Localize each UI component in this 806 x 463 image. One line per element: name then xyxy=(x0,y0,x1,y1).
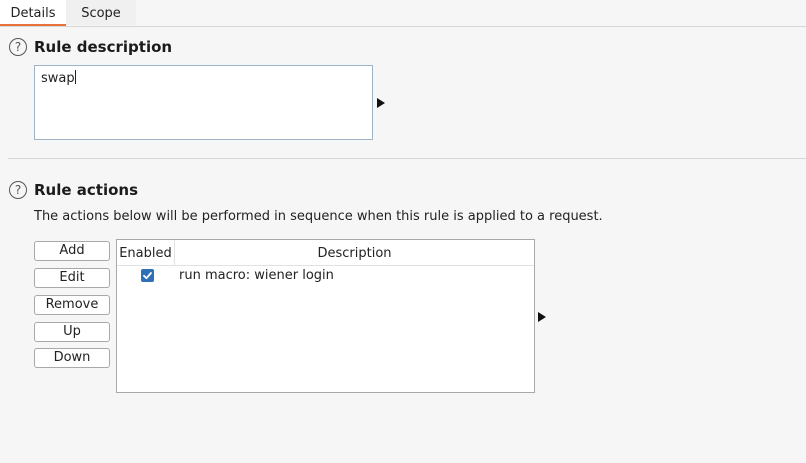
rule-actions-info: The actions below will be performed in s… xyxy=(34,209,603,224)
section-divider xyxy=(8,158,806,159)
add-button[interactable]: Add xyxy=(34,241,110,261)
rule-actions-title: Rule actions xyxy=(34,181,139,199)
checkbox-checked-icon xyxy=(143,272,152,280)
edit-button[interactable]: Edit xyxy=(34,268,110,288)
column-header-description[interactable]: Description xyxy=(175,240,534,266)
text-caret xyxy=(74,70,76,84)
help-icon[interactable]: ? xyxy=(9,181,27,199)
expand-arrow-icon[interactable] xyxy=(377,98,385,108)
help-icon[interactable]: ? xyxy=(9,38,27,56)
rule-description-field[interactable]: swap xyxy=(34,65,373,140)
remove-button[interactable]: Remove xyxy=(34,295,110,315)
tab-bar: Details Scope xyxy=(0,0,806,27)
rule-actions-table: Enabled Description run macro: wiener lo… xyxy=(116,239,535,393)
tab-scope[interactable]: Scope xyxy=(66,0,136,25)
down-button[interactable]: Down xyxy=(34,348,110,368)
up-button[interactable]: Up xyxy=(34,322,110,342)
enabled-checkbox[interactable] xyxy=(141,269,154,282)
tab-details[interactable]: Details xyxy=(0,0,66,26)
expand-arrow-icon[interactable] xyxy=(538,312,546,322)
rule-description-value: swap xyxy=(41,71,75,86)
column-header-enabled[interactable]: Enabled xyxy=(117,240,175,266)
rule-description-title: Rule description xyxy=(34,38,173,56)
row-description: run macro: wiener login xyxy=(179,268,334,283)
